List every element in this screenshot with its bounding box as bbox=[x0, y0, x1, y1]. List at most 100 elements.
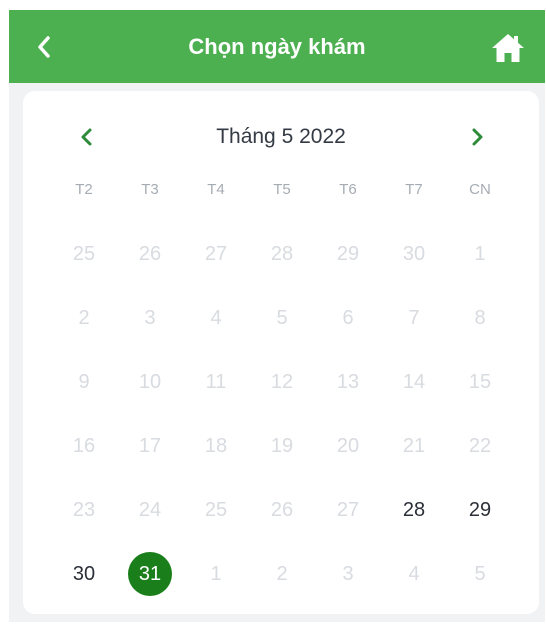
weekday-label: CN bbox=[469, 181, 491, 198]
day-cell: 27 bbox=[315, 478, 381, 542]
day-number: 15 bbox=[468, 370, 492, 393]
day-cell[interactable]: 29 bbox=[447, 478, 513, 542]
day-number: 30 bbox=[402, 242, 426, 265]
day-number: 4 bbox=[210, 306, 222, 329]
weekday-header: T2 T3 T4 T5 T6 T7 CN bbox=[51, 176, 513, 204]
day-cell: 28 bbox=[249, 222, 315, 286]
day-cell: 20 bbox=[315, 414, 381, 478]
app-screen: Chọn ngày khám Tháng 5 2022 T2 T3 T4 T5 T6 T7… bbox=[9, 10, 545, 622]
day-cell: 2 bbox=[249, 542, 315, 606]
week-row: 30 31 1 2 3 4 5 bbox=[51, 542, 513, 606]
day-cell: 21 bbox=[381, 414, 447, 478]
day-number: 25 bbox=[72, 242, 96, 265]
day-cell: 27 bbox=[183, 222, 249, 286]
day-number: 14 bbox=[402, 370, 426, 393]
day-number: 6 bbox=[342, 306, 354, 329]
day-number: 2 bbox=[276, 562, 288, 585]
day-cell: 18 bbox=[183, 414, 249, 478]
day-number: 9 bbox=[78, 370, 90, 393]
weekday-label: T6 bbox=[339, 181, 357, 198]
day-number: 24 bbox=[138, 498, 162, 521]
day-number: 5 bbox=[474, 562, 486, 585]
day-number: 10 bbox=[138, 370, 162, 393]
chevron-left-icon bbox=[38, 36, 50, 58]
day-cell: 9 bbox=[51, 350, 117, 414]
day-cell: 26 bbox=[117, 222, 183, 286]
previous-month-button[interactable] bbox=[71, 121, 103, 153]
day-cell: 13 bbox=[315, 350, 381, 414]
next-month-button[interactable] bbox=[461, 121, 493, 153]
weekday-label: T3 bbox=[141, 181, 159, 198]
home-icon bbox=[492, 34, 524, 62]
page-title: Chọn ngày khám bbox=[188, 34, 366, 59]
day-number: 3 bbox=[144, 306, 156, 329]
day-cell: 25 bbox=[51, 222, 117, 286]
day-cell: 16 bbox=[51, 414, 117, 478]
day-number: 3 bbox=[342, 562, 354, 585]
day-cell: 10 bbox=[117, 350, 183, 414]
day-number: 4 bbox=[408, 562, 420, 585]
day-cell: 1 bbox=[447, 222, 513, 286]
day-number: 22 bbox=[468, 434, 492, 457]
day-number: 29 bbox=[336, 242, 360, 265]
day-cell: 6 bbox=[315, 286, 381, 350]
day-cell: 30 bbox=[381, 222, 447, 286]
day-number: 8 bbox=[474, 306, 486, 329]
day-cell: 15 bbox=[447, 350, 513, 414]
day-cell: 11 bbox=[183, 350, 249, 414]
chevron-left-icon bbox=[81, 128, 92, 146]
weekday-label: T5 bbox=[273, 181, 291, 198]
day-number: 2 bbox=[78, 306, 90, 329]
day-number: 17 bbox=[138, 434, 162, 457]
day-cell: 3 bbox=[315, 542, 381, 606]
day-number: 28 bbox=[402, 498, 426, 521]
day-cell: 25 bbox=[183, 478, 249, 542]
day-cell-selected[interactable]: 31 bbox=[117, 542, 183, 606]
top-bar: Chọn ngày khám bbox=[9, 10, 545, 83]
day-cell: 14 bbox=[381, 350, 447, 414]
week-row: 2 3 4 5 6 7 8 bbox=[51, 286, 513, 350]
calendar-card: Tháng 5 2022 T2 T3 T4 T5 T6 T7 CN 25 26 27 28 29 30… bbox=[23, 91, 539, 614]
day-cell: 29 bbox=[315, 222, 381, 286]
day-cell: 24 bbox=[117, 478, 183, 542]
day-cell: 5 bbox=[249, 286, 315, 350]
week-row: 16 17 18 19 20 21 22 bbox=[51, 414, 513, 478]
day-number: 26 bbox=[138, 242, 162, 265]
weekday-label: T7 bbox=[405, 181, 423, 198]
day-number: 12 bbox=[270, 370, 294, 393]
day-number: 28 bbox=[270, 242, 294, 265]
day-cell: 26 bbox=[249, 478, 315, 542]
day-number: 1 bbox=[474, 242, 486, 265]
day-number: 30 bbox=[72, 562, 96, 585]
day-number: 29 bbox=[468, 498, 492, 521]
day-cell[interactable]: 30 bbox=[51, 542, 117, 606]
day-cell: 19 bbox=[249, 414, 315, 478]
day-number: 31 bbox=[128, 552, 172, 596]
day-cell: 23 bbox=[51, 478, 117, 542]
chevron-right-icon bbox=[472, 128, 483, 146]
day-number: 27 bbox=[204, 242, 228, 265]
day-number: 26 bbox=[270, 498, 294, 521]
day-grid: 25 26 27 28 29 30 1 2 3 4 5 6 7 8 9 10 11 12 13 14 15 16 17 18 1… bbox=[51, 222, 513, 606]
day-number: 5 bbox=[276, 306, 288, 329]
weekday-label: T4 bbox=[207, 181, 225, 198]
home-button[interactable] bbox=[488, 30, 528, 66]
week-row: 9 10 11 12 13 14 15 bbox=[51, 350, 513, 414]
weekday-label: T2 bbox=[75, 181, 93, 198]
day-cell: 22 bbox=[447, 414, 513, 478]
day-cell: 17 bbox=[117, 414, 183, 478]
day-cell: 4 bbox=[381, 542, 447, 606]
day-number: 11 bbox=[205, 370, 227, 393]
week-row: 23 24 25 26 27 28 29 bbox=[51, 478, 513, 542]
day-number: 25 bbox=[204, 498, 228, 521]
day-cell: 5 bbox=[447, 542, 513, 606]
day-number: 16 bbox=[72, 434, 96, 457]
day-cell: 8 bbox=[447, 286, 513, 350]
back-button[interactable] bbox=[27, 30, 61, 64]
day-number: 21 bbox=[402, 434, 426, 457]
day-cell: 3 bbox=[117, 286, 183, 350]
day-cell: 2 bbox=[51, 286, 117, 350]
day-cell: 12 bbox=[249, 350, 315, 414]
day-number: 18 bbox=[204, 434, 228, 457]
day-cell[interactable]: 28 bbox=[381, 478, 447, 542]
